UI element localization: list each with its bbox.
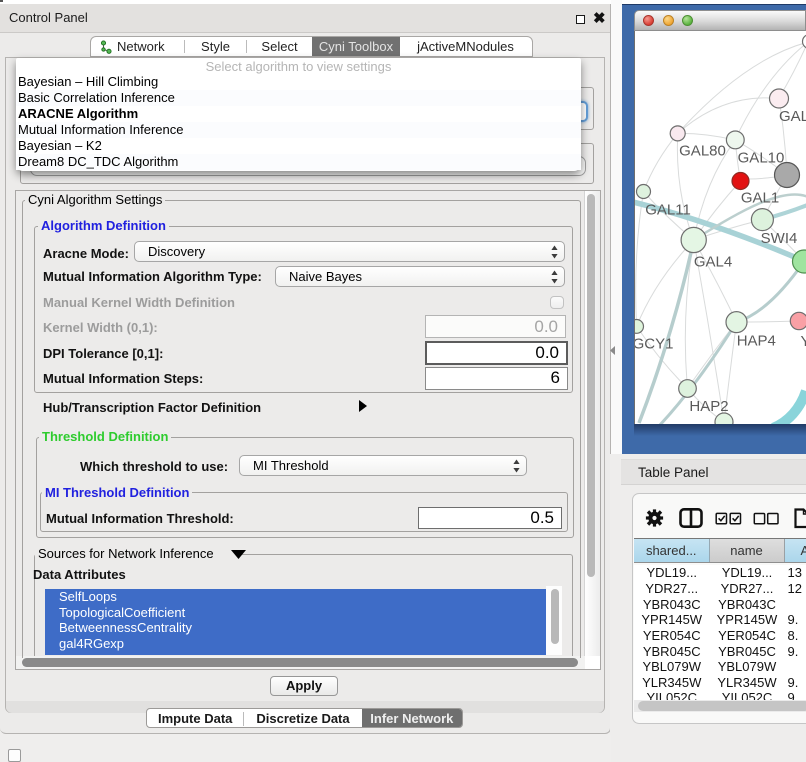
- svg-text:GAL11: GAL11: [645, 202, 691, 219]
- svg-text:SWI4: SWI4: [761, 230, 798, 247]
- svg-text:GAL10: GAL10: [738, 150, 785, 167]
- svg-text:HAP4: HAP4: [737, 333, 776, 350]
- svg-text:GAL80: GAL80: [679, 143, 726, 160]
- svg-text:GCY1: GCY1: [635, 336, 673, 353]
- svg-text:GAL1: GAL1: [741, 190, 779, 207]
- svg-text:HAP2: HAP2: [689, 398, 728, 415]
- svg-text:GAL7: GAL7: [779, 108, 806, 125]
- svg-text:YD: YD: [801, 333, 806, 350]
- svg-text:GAL4: GAL4: [694, 254, 732, 271]
